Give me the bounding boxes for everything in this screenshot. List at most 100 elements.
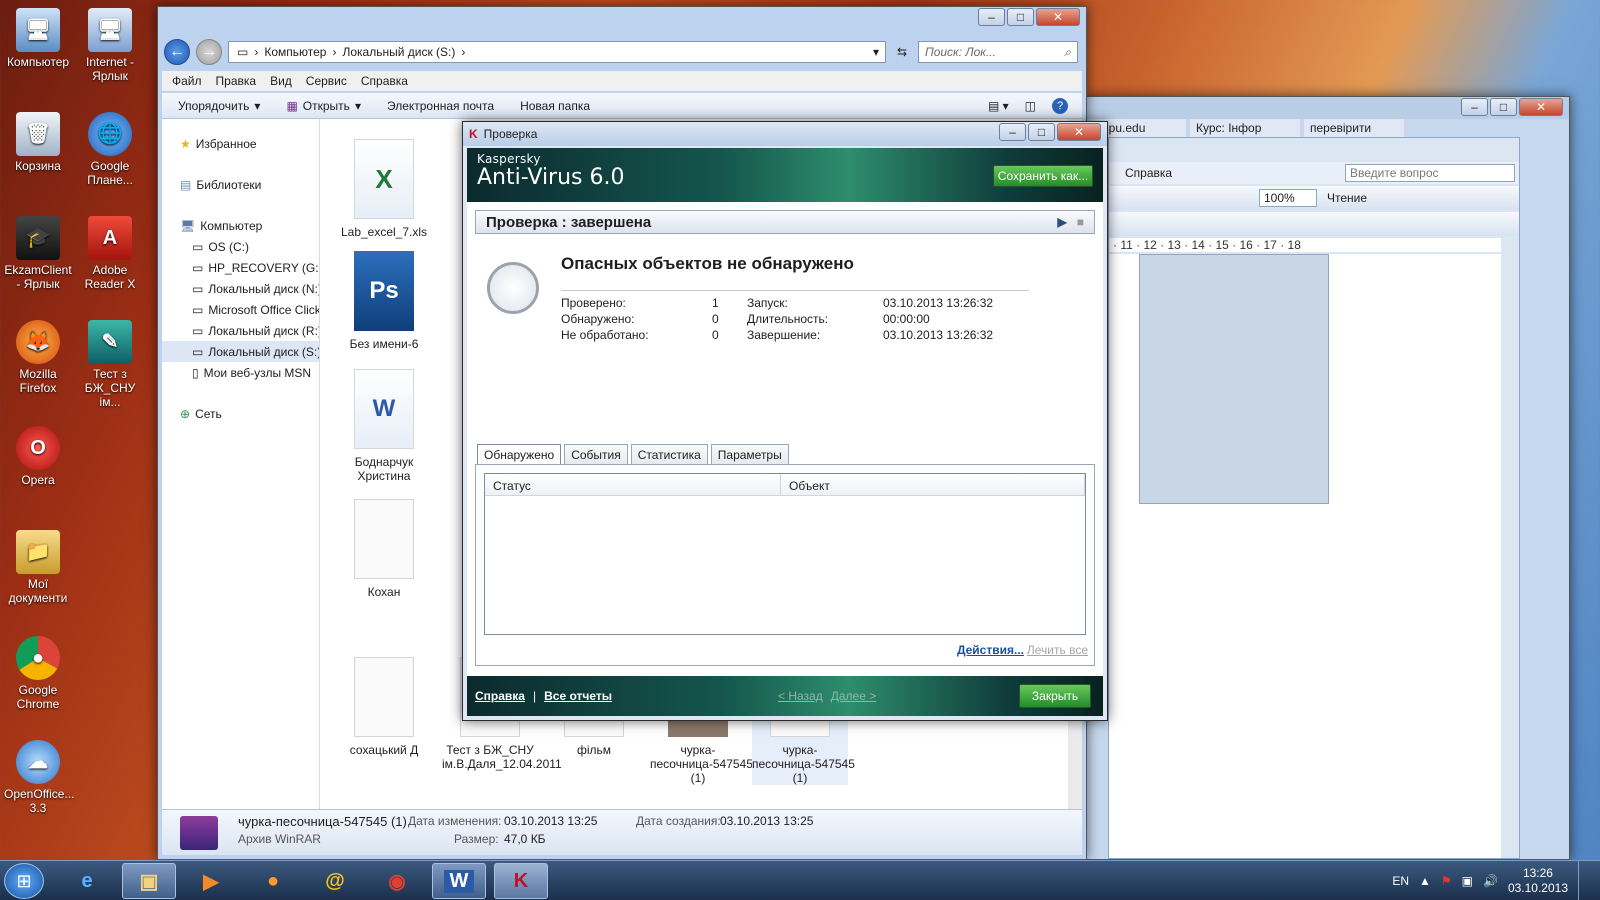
help-icon[interactable]: ?	[1052, 97, 1068, 114]
save-as-button[interactable]: Сохранить как...	[993, 165, 1093, 187]
maximize-icon[interactable]: □	[1490, 98, 1517, 116]
tab-detected[interactable]: Обнаружено	[477, 444, 562, 466]
file-item[interactable]: Ps Без имени-6	[336, 251, 432, 351]
column-object[interactable]: Объект	[781, 474, 1085, 495]
breadcrumb-drive[interactable]: Локальный диск (S:)	[342, 45, 455, 59]
close-icon[interactable]: ✕	[1057, 123, 1101, 141]
start-button[interactable]: ⊞	[4, 863, 44, 899]
nav-msn[interactable]: ▯ Мои веб-узлы MSN	[162, 362, 319, 383]
maximize-icon[interactable]: □	[1007, 8, 1034, 26]
preview-pane-icon[interactable]: ◫	[1025, 99, 1036, 113]
menu-view[interactable]: Вид	[270, 74, 292, 88]
new-folder-button[interactable]: Новая папка	[520, 99, 590, 113]
taskbar-media-player[interactable]: ▶	[184, 863, 238, 899]
browser-tab[interactable]: перевірити	[1304, 119, 1404, 137]
close-button[interactable]: Закрыть	[1019, 684, 1091, 708]
desktop-icon-test[interactable]: ✎ Тест з БЖ_СНУ ім...	[76, 320, 144, 409]
menu-help[interactable]: Справка	[1125, 166, 1172, 180]
desktop-icon-firefox[interactable]: 🦊 Mozilla Firefox	[4, 320, 72, 395]
nav-network[interactable]: ⊕ Сеть	[162, 403, 319, 424]
desktop-icon-label: - Ярлык	[16, 277, 60, 291]
browser-tab[interactable]: Курс: Інфор	[1190, 119, 1300, 137]
forward-arrow-icon[interactable]: →	[196, 39, 222, 65]
show-hidden-icons-icon[interactable]: ▲	[1419, 874, 1431, 888]
tab-parameters[interactable]: Параметры	[710, 444, 789, 466]
back-arrow-icon[interactable]: ←	[164, 39, 190, 65]
taskbar-chrome[interactable]: ◉	[370, 863, 424, 899]
taskbar-mail-agent[interactable]: @	[308, 863, 362, 899]
desktop-icon-recycle-bin[interactable]: 🗑 Корзина	[4, 112, 72, 173]
file-item[interactable]: W Боднарчук Христина	[336, 369, 432, 483]
background-window[interactable]: – □ ✕ r.tnpu.edu Курс: Інфор перевірити Сп…	[1085, 96, 1570, 860]
menu-tools[interactable]: Сервис	[306, 74, 347, 88]
zoom-select[interactable]: 100%	[1259, 189, 1317, 207]
nav-drive[interactable]: ▭ OS (C:)	[162, 236, 319, 257]
nav-drive[interactable]: ▭ Microsoft Office Click	[162, 299, 319, 320]
show-desktop-button[interactable]	[1578, 861, 1590, 900]
play-icon[interactable]: ▶	[1058, 215, 1067, 229]
desktop-icon-opera[interactable]: O Opera	[4, 426, 72, 487]
help-link[interactable]: Справка	[475, 689, 525, 703]
minimize-icon[interactable]: –	[978, 8, 1005, 26]
desktop-icon-adobe-reader[interactable]: A Adobe Reader X	[76, 216, 144, 291]
close-icon[interactable]: ✕	[1519, 98, 1563, 116]
desktop-icon-internet[interactable]: 🖥 Internet - Ярлык	[76, 8, 144, 83]
nav-drive-selected[interactable]: ▭ Локальный диск (S:)	[162, 341, 319, 362]
actions-link[interactable]: Действия...	[957, 643, 1024, 657]
kaspersky-scan-window[interactable]: K Проверка – □ ✕ Kaspersky Anti-Virus 6.0 …	[462, 121, 1108, 721]
results-table[interactable]: Статус Объект	[484, 473, 1086, 635]
search-input[interactable]: Поиск: Лок... ⌕	[918, 41, 1078, 63]
tab-events[interactable]: События	[564, 444, 628, 466]
address-bar[interactable]: ▭ › Компьютер › Локальный диск (S:) › ▾	[228, 41, 886, 63]
nav-drive[interactable]: ▭ Локальный диск (R:)	[162, 320, 319, 341]
taskbar-kaspersky[interactable]: K	[494, 863, 548, 899]
taskbar-firefox[interactable]: ●	[246, 863, 300, 899]
menu-edit[interactable]: Правка	[216, 74, 257, 88]
question-input[interactable]: Введите вопрос	[1345, 164, 1515, 182]
menu-file[interactable]: Файл	[172, 74, 202, 88]
all-reports-link[interactable]: Все отчеты	[544, 689, 612, 703]
reading-button[interactable]: Чтение	[1327, 191, 1367, 205]
desktop-icon-my-documents[interactable]: 📁 Мої документи	[4, 530, 72, 605]
desktop-icon-ekzamclient[interactable]: 🎓 EkzamClient - Ярлык	[4, 216, 72, 291]
language-indicator[interactable]: EN	[1392, 874, 1409, 888]
desktop-icon-computer[interactable]: 🖥 Компьютер	[4, 8, 72, 69]
organize-button[interactable]: Упорядочить ▾	[178, 99, 260, 113]
nav-computer[interactable]: 🖥 Компьютер	[162, 215, 319, 236]
tab-statistics[interactable]: Статистика	[630, 444, 708, 466]
clock[interactable]: 13:26 03.10.2013	[1508, 866, 1568, 896]
nav-drive[interactable]: ▭ Локальный диск (N:)	[162, 278, 319, 299]
menu-help[interactable]: Справка	[361, 74, 408, 88]
minimize-icon[interactable]: –	[999, 123, 1026, 141]
volume-icon[interactable]: 🔊	[1483, 874, 1498, 888]
refresh-icon[interactable]: ⇆	[892, 41, 912, 63]
breadcrumb-computer[interactable]: Компьютер	[264, 45, 326, 59]
close-icon[interactable]: ✕	[1036, 8, 1080, 26]
desktop-icon-openoffice[interactable]: ☁ OpenOffice... 3.3	[4, 740, 74, 815]
taskbar-word[interactable]: W	[432, 863, 486, 899]
nav-drive[interactable]: ▭ HP_RECOVERY (G:)	[162, 257, 319, 278]
open-button[interactable]: ▦ Открыть ▾	[286, 99, 361, 113]
maximize-icon[interactable]: □	[1028, 123, 1055, 141]
email-button[interactable]: Электронная почта	[387, 99, 494, 113]
nav-libraries[interactable]: ▤ Библиотеки	[162, 174, 319, 195]
taskbar-ie[interactable]: e	[60, 863, 114, 899]
word-window[interactable]: Справка Введите вопрос 100% Чтение · 11 …	[1108, 137, 1520, 859]
minimize-icon[interactable]: –	[1461, 98, 1488, 116]
view-options-icon[interactable]: ▤ ▾	[988, 99, 1009, 113]
file-item[interactable]: X Lab_excel_7.xls	[336, 139, 432, 239]
next-link[interactable]: Далее >	[831, 689, 877, 703]
back-link[interactable]: < Назад	[778, 689, 823, 703]
desktop-icon-google-earth[interactable]: 🌐 Google Плане...	[76, 112, 144, 187]
desktop-icon-chrome[interactable]: ● Google Chrome	[4, 636, 72, 711]
network-icon[interactable]: ▣	[1462, 874, 1473, 888]
taskbar-explorer[interactable]: ▣	[122, 863, 176, 899]
nav-favorites[interactable]: ★ Избранное	[162, 133, 319, 154]
file-item[interactable]: сохацький Д	[336, 657, 432, 757]
chevron-down-icon[interactable]: ▾	[873, 45, 879, 59]
column-status[interactable]: Статус	[485, 474, 781, 495]
action-center-flag-icon[interactable]: ⚑	[1441, 874, 1452, 888]
file-item[interactable]: Кохан	[336, 499, 432, 599]
cure-all-link[interactable]: Лечить все	[1027, 643, 1088, 657]
stop-icon[interactable]: ■	[1077, 215, 1084, 229]
